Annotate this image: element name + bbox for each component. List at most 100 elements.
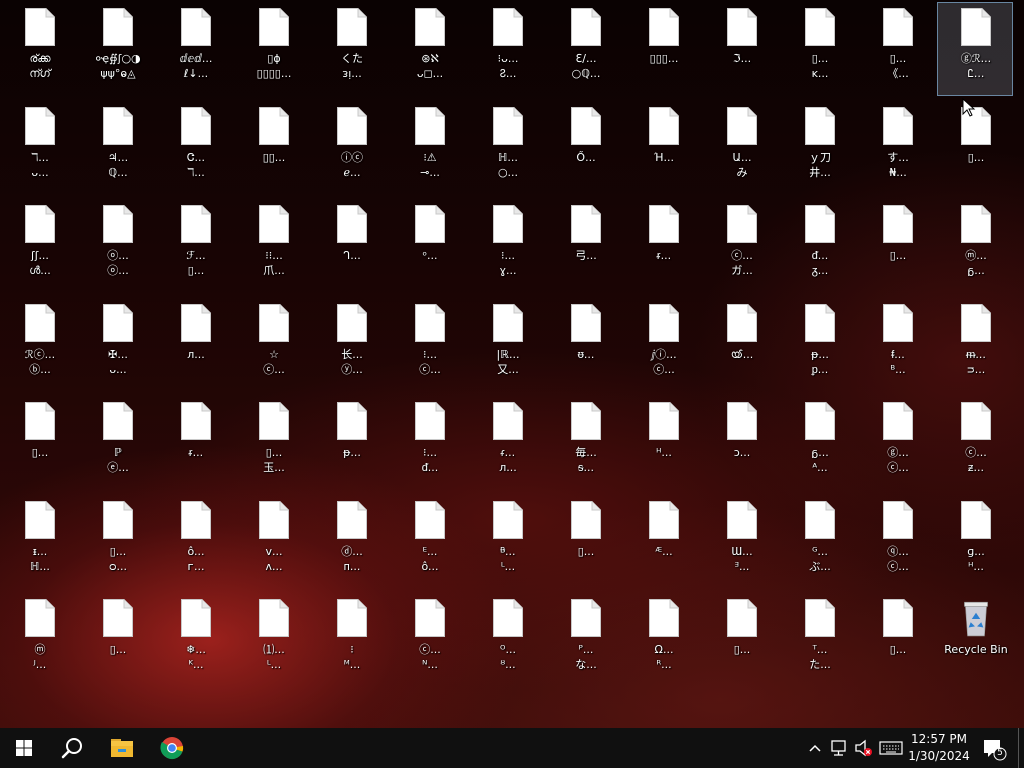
desktop-file-icon[interactable]: ℛⓒ... ⓑ...: [1, 298, 77, 392]
desktop-file-icon[interactable]: ᵻ... ℍ...: [1, 495, 77, 589]
desktop-file-icon[interactable]: ⁝ᴗ... Ⴧ...: [469, 2, 545, 96]
desktop-file-icon[interactable]: ᵒ...: [391, 199, 467, 293]
desktop-file-icon[interactable]: ✠... ᴗ...: [79, 298, 155, 392]
desktop-file-icon[interactable]: ɡ... ᴴ...: [937, 495, 1013, 589]
start-button[interactable]: [0, 728, 48, 768]
desktop-file-icon[interactable]: ⓜ ᴶ...: [1, 593, 77, 687]
desktop-file-icon[interactable]: ▯ɸ ▯▯▯▯...: [235, 2, 311, 96]
desktop-file-icon[interactable]: ०ҿ∯ʃ○◑ ψψ°ⱺ◬: [79, 2, 155, 96]
desktop-file-icon[interactable]: ᵷ... ᴬ...: [781, 396, 857, 490]
desktop-file-icon[interactable]: ℑ...: [703, 2, 779, 96]
desktop-file-icon[interactable]: ▯... 玉...: [235, 396, 311, 490]
desktop-file-icon[interactable]: 弓...: [547, 199, 623, 293]
desktop-file-icon[interactable]: ⅉⓘ... ⓒ...: [625, 298, 701, 392]
desktop-file-icon[interactable]: ♃... ℚ...: [79, 101, 155, 195]
desktop-file-icon[interactable]: ᴠ... ᴧ...: [235, 495, 311, 589]
desktop-file-icon[interactable]: ℸ... ᴗ...: [1, 101, 77, 195]
desktop-file-icon[interactable]: ⓖ... ⓒ...: [859, 396, 935, 490]
desktop[interactable]: ര്ക്ക ന്ഗ് ०ҿ∯ʃ○◑ ψψ°ⱺ◬ ⅆⅇⅆ... ℓ↓... ▯ɸ ▯▯▯…: [0, 0, 1024, 728]
desktop-file-icon[interactable]: Ա... み: [703, 101, 779, 195]
desktop-file-icon[interactable]: ᵸ...: [625, 396, 701, 490]
desktop-file-icon[interactable]: ⓖℛ... Ꮭ...: [937, 2, 1013, 96]
desktop-file-icon[interactable]: ᵳ... ᴫ...: [469, 396, 545, 490]
desktop-file-icon[interactable]: ര്ക്ക ന്ഗ്: [1, 2, 77, 96]
desktop-file-icon[interactable]: ⁝... ⓒ...: [391, 298, 467, 392]
desktop-file-icon[interactable]: ᵀ... た...: [781, 593, 857, 687]
desktop-file-icon[interactable]: Ή...: [625, 101, 701, 195]
chrome-button[interactable]: [147, 728, 197, 768]
desktop-file-icon[interactable]: 毎... ᵴ...: [547, 396, 623, 490]
desktop-file-icon[interactable]: ⓓ... ᴨ...: [313, 495, 389, 589]
desktop-file-icon[interactable]: ⁝ ᴹ...: [313, 593, 389, 687]
desktop-file-icon[interactable]: ʃʃ... ൾ...: [1, 199, 77, 293]
desktop-file-icon[interactable]: ᴾ... な...: [547, 593, 623, 687]
desktop-file-icon[interactable]: ▯...: [859, 199, 935, 293]
desktop-file-icon[interactable]: ⊛ℵ ᴗ◻...: [391, 2, 467, 96]
desktop-file-icon[interactable]: ☆ ⓒ...: [235, 298, 311, 392]
desktop-file-icon[interactable]: Ω... ᴿ...: [625, 593, 701, 687]
desktop-file-icon[interactable]: ⑴... ᴸ...: [235, 593, 311, 687]
desktop-file-icon[interactable]: ℍ... ○...: [469, 101, 545, 195]
desktop-file-icon[interactable]: ⓘⓒ ℯ...: [313, 101, 389, 195]
desktop-file-icon[interactable]: ᵭ... ᵹ...: [781, 199, 857, 293]
desktop-file-icon[interactable]: 长... ⓨ...: [313, 298, 389, 392]
desktop-file-icon[interactable]: ℙ ⓔ...: [79, 396, 155, 490]
desktop-file-icon[interactable]: ▯...: [703, 593, 779, 687]
desktop-file-icon[interactable]: す... ₦...: [859, 101, 935, 195]
desktop-file-icon[interactable]: ⁝... ɣ...: [469, 199, 545, 293]
desktop-file-icon[interactable]: Ɯ... ᴲ...: [703, 495, 779, 589]
desktop-file-icon[interactable]: ⓒ... ᴺ...: [391, 593, 467, 687]
desktop-file-icon[interactable]: ⅆⅇⅆ... ℓ↓...: [157, 2, 233, 96]
desktop-file-icon[interactable]: |ℝ... 又...: [469, 298, 545, 392]
desktop-file-icon[interactable]: ▯▯...: [235, 101, 311, 195]
desktop-file-icon[interactable]: ▯...: [1, 396, 77, 490]
desktop-file-icon[interactable]: ▯...: [547, 495, 623, 589]
desktop-file-icon[interactable]: ⓠ... ⓒ...: [859, 495, 935, 589]
desktop-file-icon[interactable]: ⓞ... ⓞ...: [79, 199, 155, 293]
desktop-file-icon[interactable]: ô... ᴦ...: [157, 495, 233, 589]
file-explorer-button[interactable]: [97, 728, 147, 768]
desktop-file-icon[interactable]: ᴭ...: [625, 495, 701, 589]
desktop-file-icon[interactable]: ᴱ... ô...: [391, 495, 467, 589]
desktop-file-icon[interactable]: Ő...: [547, 101, 623, 195]
desktop-file-icon[interactable]: ▯...: [859, 593, 935, 687]
desktop-file-icon[interactable]: ᵲ...: [157, 396, 233, 490]
recycle-bin-icon[interactable]: Recycle Bin: [937, 593, 1013, 687]
desktop-file-icon[interactable]: ▯...: [79, 593, 155, 687]
clock-button[interactable]: 12:57 PM 1/30/2024: [906, 728, 972, 768]
search-button[interactable]: [48, 728, 96, 768]
desktop-file-icon[interactable]: ᵯ... ᴝ...: [937, 298, 1013, 392]
desktop-file-icon[interactable]: ᴼ... ᴽ...: [469, 593, 545, 687]
action-center-button[interactable]: 5: [976, 728, 1010, 768]
desktop-file-icon[interactable]: ᵽ... ᵱ...: [781, 298, 857, 392]
desktop-file-icon[interactable]: ᴫ...: [157, 298, 233, 392]
desktop-file-icon[interactable]: ⁝⚠ ⊸...: [391, 101, 467, 195]
desktop-file-icon[interactable]: くた ᴈᴉ...: [313, 2, 389, 96]
desktop-file-icon[interactable]: ɔ...: [703, 396, 779, 490]
desktop-file-icon[interactable]: ❄... ᴷ...: [157, 593, 233, 687]
desktop-file-icon[interactable]: ℇ∕... ○ℚ...: [547, 2, 623, 96]
show-desktop-button[interactable]: [1018, 728, 1024, 768]
desktop-file-icon[interactable]: ⁝⁝... 爪...: [235, 199, 311, 293]
desktop-file-icon[interactable]: ᵿ...: [547, 298, 623, 392]
desktop-file-icon[interactable]: ᒉ...: [313, 199, 389, 293]
show-hidden-icons-button[interactable]: [804, 728, 826, 768]
desktop-file-icon[interactable]: ▯... 《...: [859, 2, 935, 96]
desktop-file-icon[interactable]: ᵽ...: [313, 396, 389, 490]
desktop-file-icon[interactable]: ℱ... ▯...: [157, 199, 233, 293]
desktop-file-icon[interactable]: ▯... ᴑ...: [79, 495, 155, 589]
desktop-file-icon[interactable]: ⓒ... ガ...: [703, 199, 779, 293]
desktop-file-icon[interactable]: ᴳ... ぶ...: [781, 495, 857, 589]
desktop-file-icon[interactable]: ⓜ... ᵷ...: [937, 199, 1013, 293]
desktop-file-icon[interactable]: ▯▯▯...: [625, 2, 701, 96]
desktop-file-icon[interactable]: ൕ...: [703, 298, 779, 392]
desktop-file-icon[interactable]: ⓒ... ᵶ...: [937, 396, 1013, 490]
desktop-file-icon[interactable]: ᵲ...: [625, 199, 701, 293]
desktop-file-icon[interactable]: ▯... ᴋ...: [781, 2, 857, 96]
desktop-file-icon[interactable]: ᴯ... ᴸ...: [469, 495, 545, 589]
network-button[interactable]: [828, 728, 850, 768]
desktop-file-icon[interactable]: ｙ刀 井...: [781, 101, 857, 195]
desktop-file-icon[interactable]: ᵮ... ᴮ...: [859, 298, 935, 392]
touch-keyboard-button[interactable]: [878, 728, 904, 768]
desktop-file-icon[interactable]: Ꮳ... ℸ...: [157, 101, 233, 195]
